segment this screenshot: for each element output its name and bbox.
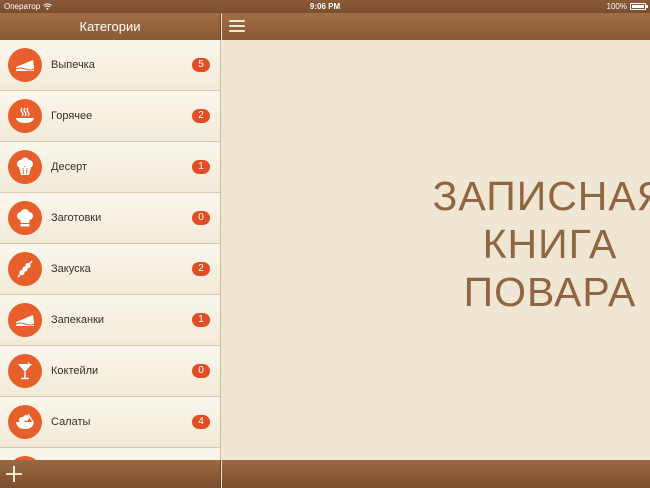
category-item[interactable]: Запеканки 1 [0, 295, 220, 346]
category-label: Коктейли [51, 365, 99, 377]
muffin-icon [8, 150, 42, 184]
count-badge: 0 [192, 364, 210, 378]
category-item-partial [0, 448, 220, 460]
category-item[interactable]: Коктейли 0 [0, 346, 220, 397]
menu-icon[interactable] [229, 20, 245, 32]
category-label: Запеканки [51, 314, 105, 326]
category-item[interactable]: Выпечка 5 [0, 40, 220, 91]
category-label: Заготовки [51, 212, 102, 224]
category-item[interactable]: Салаты 4 [0, 397, 220, 448]
sidebar-title: Категории [79, 19, 141, 34]
casserole-slice-icon [8, 303, 42, 337]
category-label: Десерт [51, 161, 88, 173]
count-badge: 0 [192, 211, 210, 225]
category-label: Салаты [51, 416, 91, 428]
count-badge: 2 [192, 262, 210, 276]
hot-dish-icon [8, 99, 42, 133]
chef-hat-icon [8, 201, 42, 235]
count-badge: 5 [192, 58, 210, 72]
battery-icon [630, 3, 648, 10]
category-item[interactable]: Десерт 1 [0, 142, 220, 193]
status-bar: Оператор 9:06 PM 100% [0, 0, 650, 13]
app-title-line: КНИГА [482, 221, 618, 267]
category-label: Выпечка [51, 59, 95, 71]
count-badge: 1 [192, 160, 210, 174]
app-title-line: ЗАПИСНАЯ [432, 173, 650, 219]
sidebar-header: Категории [0, 13, 221, 40]
count-badge: 4 [192, 415, 210, 429]
sidebar-toolbar [0, 460, 221, 488]
category-label: Горячее [51, 110, 93, 122]
skewer-icon [8, 252, 42, 286]
category-item[interactable]: Горячее 2 [0, 91, 220, 142]
category-item[interactable]: Закуска 2 [0, 244, 220, 295]
app-title: ЗАПИСНАЯ КНИГА ПОВАРА [400, 172, 650, 316]
main-header [222, 13, 650, 40]
cake-slice-icon [8, 48, 42, 82]
count-badge: 2 [192, 109, 210, 123]
add-icon[interactable] [6, 466, 22, 482]
salad-bowl-icon [8, 405, 42, 439]
cocktail-icon [8, 354, 42, 388]
app-title-line: ПОВАРА [463, 269, 637, 315]
battery-percent: 100% [606, 2, 627, 11]
category-list: Выпечка 5 Горячее 2 Десерт 1 Заготовки 0… [0, 40, 221, 460]
clock: 9:06 PM [309, 2, 341, 11]
count-badge: 1 [192, 313, 210, 327]
main-toolbar [222, 460, 650, 488]
battery-status: 100% [606, 2, 648, 11]
category-item[interactable]: Заготовки 0 [0, 193, 220, 244]
category-label: Закуска [51, 263, 91, 275]
